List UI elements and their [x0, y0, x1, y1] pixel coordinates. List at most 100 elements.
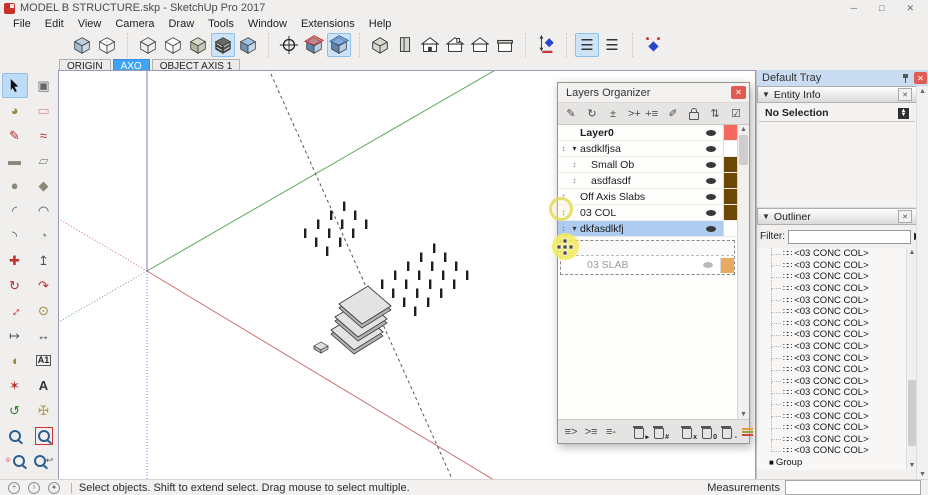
move-tool[interactable]: ✚	[2, 248, 28, 273]
outliner-item[interactable]: ∷∷<03 CONC COL>	[757, 306, 917, 318]
plus-minus-icon[interactable]: ±	[607, 106, 619, 122]
two-point-arc-tool[interactable]: ◠	[31, 198, 57, 223]
zoom-previous-tool[interactable]: ↩	[31, 448, 57, 473]
layer-color-swatch[interactable]	[723, 205, 737, 220]
lock-icon[interactable]	[688, 106, 700, 122]
wireframe-button[interactable]	[136, 33, 160, 57]
pin-icon[interactable]	[901, 73, 910, 84]
pie-tool[interactable]: ◔	[31, 223, 57, 248]
arc-tool[interactable]: ◜	[2, 198, 28, 223]
outliner-header[interactable]: ▼ Outliner ✕	[757, 208, 917, 225]
layer-row[interactable]: ↕03 COL	[558, 205, 737, 221]
section-plane-red-button[interactable]	[302, 33, 326, 57]
visibility-eye-icon[interactable]	[706, 226, 716, 232]
outliner-item[interactable]: ∷∷<03 CONC COL>	[757, 399, 917, 411]
refresh-icon[interactable]: ↻	[586, 106, 598, 122]
layer-colors-icon[interactable]	[741, 424, 753, 440]
shaded-with-textures-button[interactable]	[211, 33, 235, 57]
section-plane-blue-button[interactable]	[327, 33, 351, 57]
drag-handle-icon[interactable]: ↕	[569, 176, 580, 185]
orbit-tool[interactable]: ↺	[2, 398, 28, 423]
geolocation-icon[interactable]: +	[8, 482, 20, 494]
sort-icon[interactable]: ⇅	[709, 106, 721, 122]
scroll-down-icon[interactable]: ▼	[917, 471, 928, 478]
menu-tools[interactable]: Tools	[201, 18, 241, 30]
tray-scrollbar[interactable]: ▲ ▼	[916, 86, 928, 480]
expand-caret-icon[interactable]: ▾	[569, 224, 580, 233]
user-icon[interactable]: ●	[48, 482, 60, 494]
top-view-button[interactable]	[393, 33, 417, 57]
offset-tool[interactable]: ⊙	[31, 298, 57, 323]
left-view-button[interactable]	[468, 33, 492, 57]
remove-rows-icon[interactable]: ≡-	[605, 424, 617, 440]
line-tool[interactable]: ✎	[2, 123, 28, 148]
delete-zero-icon[interactable]: 0	[701, 424, 713, 440]
menu-extensions[interactable]: Extensions	[294, 18, 362, 30]
freehand-tool[interactable]: ≈	[31, 123, 57, 148]
outliner-item[interactable]: ∷∷<03 CONC COL>	[757, 341, 917, 353]
text-tool[interactable]: A1	[31, 348, 57, 373]
scroll-up-icon[interactable]: ▲	[917, 88, 928, 95]
maximize-button[interactable]: □	[879, 3, 884, 14]
tray-close-button[interactable]: ✕	[914, 72, 927, 84]
pan-tool[interactable]: ✠	[31, 398, 57, 423]
layer-row[interactable]: Layer0	[558, 125, 737, 141]
paint-bucket-tool[interactable]: ◕	[2, 98, 28, 123]
layer-row[interactable]: ↕asdfasdf	[558, 173, 737, 189]
outliner-item[interactable]: ∷∷<03 CONC COL>	[757, 283, 917, 295]
layer-color-swatch[interactable]	[723, 221, 737, 236]
layer-color-swatch[interactable]	[723, 157, 737, 172]
expand-all-icon[interactable]: ≡>	[565, 424, 577, 440]
follow-me-tool[interactable]: ↷	[31, 273, 57, 298]
outliner-item[interactable]: ∷∷<03 CONC COL>	[757, 329, 917, 341]
close-button[interactable]: ✕	[906, 3, 914, 14]
protractor-tool[interactable]: ◖	[2, 348, 28, 373]
zoom-tool[interactable]	[2, 423, 28, 448]
outliner-item[interactable]: ∷∷<03 CONC COL>	[757, 271, 917, 283]
outliner-item[interactable]: ∷∷<03 CONC COL>	[757, 248, 917, 260]
filter-input[interactable]	[788, 230, 911, 244]
dimension-tool[interactable]: ↔	[31, 323, 57, 348]
outliner-item[interactable]: ∷∷<03 CONC COL>	[757, 260, 917, 272]
scroll-thumb[interactable]	[739, 135, 748, 165]
pack-icon[interactable]: #	[653, 424, 665, 440]
menu-window[interactable]: Window	[241, 18, 294, 30]
credits-icon[interactable]: i	[28, 482, 40, 494]
menu-camera[interactable]: Camera	[108, 18, 161, 30]
expand-caret-icon[interactable]: ▾	[569, 144, 580, 153]
outliner-item[interactable]: ∷∷<03 CONC COL>	[757, 422, 917, 434]
iso-view-button[interactable]	[368, 33, 392, 57]
layer-color-swatch[interactable]	[720, 258, 734, 273]
details-toggle-icon[interactable]: ▲▼	[898, 108, 909, 119]
purge-icon[interactable]: ▸	[633, 424, 645, 440]
monochrome-button[interactable]	[236, 33, 260, 57]
checkbox-icon[interactable]: ☑	[730, 106, 742, 122]
right-view-button[interactable]	[443, 33, 467, 57]
layer-row[interactable]: ↕▾dkfasdlkfj	[558, 221, 737, 237]
add-list-icon[interactable]: +≡	[645, 106, 658, 122]
zoom-extents-tool[interactable]: ✧	[2, 448, 28, 473]
scroll-down-icon[interactable]: ▼	[738, 411, 749, 418]
outliner-item[interactable]: ∷∷<03 CONC COL>	[757, 364, 917, 376]
visibility-eye-icon[interactable]	[706, 194, 716, 200]
layers-scrollbar[interactable]: ▲ ▼	[737, 125, 749, 419]
entity-info-header[interactable]: ▼ Entity Info ✕	[757, 86, 917, 103]
zoom-window-tool[interactable]	[31, 423, 57, 448]
back-edges-button[interactable]	[95, 33, 119, 57]
layer-color-swatch[interactable]	[723, 141, 737, 156]
scroll-up-icon[interactable]: ▲	[738, 126, 749, 133]
align-lines-b-button[interactable]: ☰	[600, 33, 624, 57]
layer-color-swatch[interactable]	[723, 173, 737, 188]
dragged-layer-row[interactable]: 03 SLAB	[561, 255, 734, 274]
outliner-close-button[interactable]: ✕	[898, 210, 912, 223]
hidden-line-button[interactable]	[161, 33, 185, 57]
visibility-eye-icon[interactable]	[706, 146, 716, 152]
rotate-tool[interactable]: ↻	[2, 273, 28, 298]
drag-handle-icon[interactable]: ↕	[569, 160, 580, 169]
visibility-eye-icon[interactable]	[706, 178, 716, 184]
menu-help[interactable]: Help	[362, 18, 399, 30]
outliner-item[interactable]: ∷∷<03 CONC COL>	[757, 352, 917, 364]
delete-minus-icon[interactable]: -	[721, 424, 733, 440]
eyedropper-icon[interactable]: ✐	[667, 106, 679, 122]
scroll-thumb[interactable]	[908, 380, 916, 446]
